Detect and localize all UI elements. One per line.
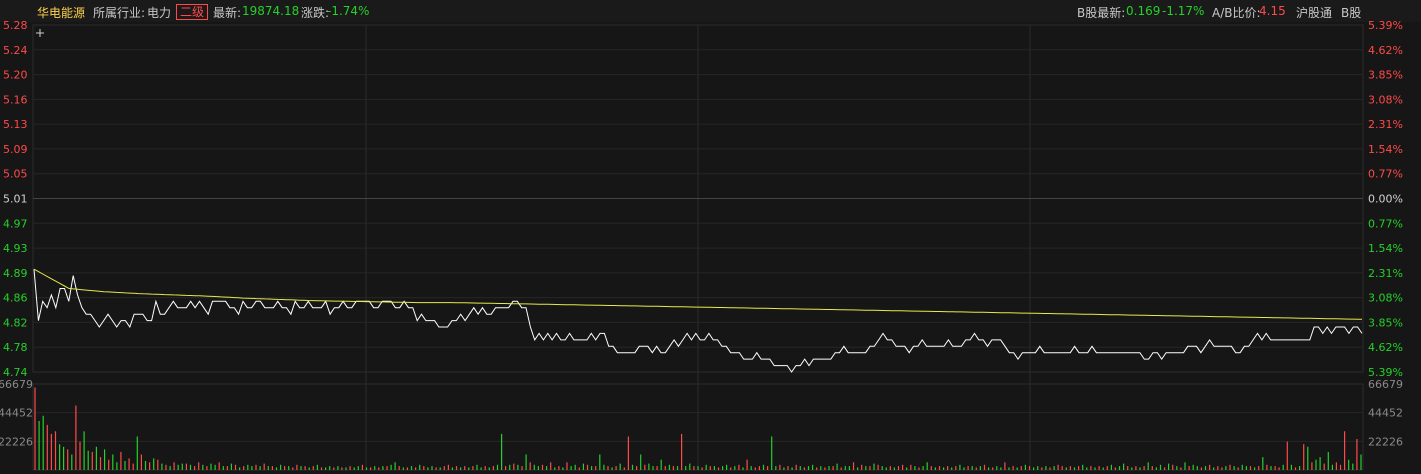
percent-tick-label: 3.08% xyxy=(1368,93,1403,106)
price-tick-label: 5.16 xyxy=(3,93,28,106)
price-tick-label: 5.01 xyxy=(3,193,28,206)
percent-tick-label: 0.77% xyxy=(1368,217,1403,230)
percent-tick-label: 3.85% xyxy=(1368,316,1403,329)
volume-tick-label-left: 22226 xyxy=(0,435,33,448)
intraday-chart[interactable]: 5.28 5.24 5.20 5.16 5.13 5.09 5.05 5.01 4.97 4.93… xyxy=(0,0,1421,474)
price-tick-label: 4.93 xyxy=(3,242,28,255)
percent-tick-label: 2.31% xyxy=(1368,267,1403,280)
price-tick-label: 5.28 xyxy=(3,19,28,32)
volume-tick-label-right: 66679 xyxy=(1368,378,1403,391)
percent-tick-label: 4.62% xyxy=(1368,44,1403,57)
volume-tick-label-left: 44452 xyxy=(0,407,33,420)
price-axis: 5.28 5.24 5.20 5.16 5.13 5.09 5.05 5.01 4.97 4.93… xyxy=(3,19,28,379)
price-tick-label: 5.13 xyxy=(3,118,28,131)
percent-tick-label: 3.08% xyxy=(1368,292,1403,305)
percent-axis: 5.39% 4.62% 3.85% 3.08% 2.31% 1.54% 0.77% 0.00%… xyxy=(1368,19,1403,379)
percent-tick-label: 2.31% xyxy=(1368,118,1403,131)
percent-tick-label: 1.54% xyxy=(1368,143,1403,156)
percent-tick-label: 0.77% xyxy=(1368,168,1403,181)
percent-tick-label: 1.54% xyxy=(1368,242,1403,255)
price-tick-label: 4.86 xyxy=(3,292,28,305)
volume-axis: 66679 66679 44452 44452 22226 22226 xyxy=(0,378,1403,448)
price-tick-label: 5.09 xyxy=(3,143,28,156)
price-tick-label: 4.78 xyxy=(3,341,28,354)
price-tick-label: 4.82 xyxy=(3,316,28,329)
percent-tick-label: 4.62% xyxy=(1368,341,1403,354)
price-tick-label: 5.20 xyxy=(3,69,28,82)
price-tick-label: 4.89 xyxy=(3,267,28,280)
percent-tick-label: 5.39% xyxy=(1368,19,1403,32)
percent-tick-label: 3.85% xyxy=(1368,69,1403,82)
percent-tick-label: 0.00% xyxy=(1368,193,1403,206)
price-tick-label: 5.05 xyxy=(3,168,28,181)
plus-icon[interactable] xyxy=(36,29,44,37)
volume-tick-label-right: 44452 xyxy=(1368,407,1403,420)
chart-grid xyxy=(32,24,1364,471)
volume-tick-label-right: 22226 xyxy=(1368,435,1403,448)
volume-tick-label-left: 66679 xyxy=(0,378,33,391)
price-tick-label: 5.24 xyxy=(3,44,28,57)
price-tick-label: 4.97 xyxy=(3,217,28,230)
